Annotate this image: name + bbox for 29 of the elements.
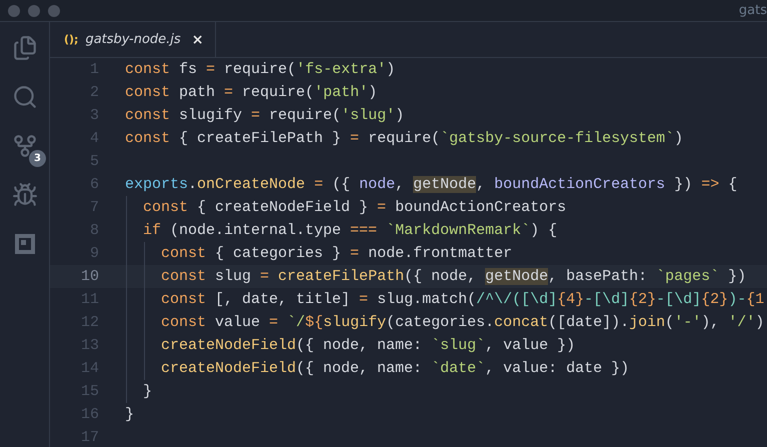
extensions-icon: [12, 232, 36, 256]
code-line: const fs = require('fs-extra'): [125, 60, 396, 80]
search-icon: [12, 84, 38, 110]
line-number: 10: [80, 268, 100, 285]
window-close-button[interactable]: [8, 4, 20, 16]
code-line: exports.onCreateNode = ({ node, getNode, boundActionCreators }) => {: [125, 175, 738, 195]
code-line: const slugify = require('slug'): [125, 106, 404, 126]
js-file-icon: ();: [64, 33, 78, 46]
code-line: createNodeField({ node, name: `date`, value: date }): [125, 357, 630, 380]
window-title: gats: [738, 3, 767, 18]
activity-bar-item[interactable]: 3: [8, 129, 46, 167]
bug-icon: [12, 182, 38, 208]
window-zoom-button[interactable]: [48, 4, 60, 16]
count-badge: 3: [29, 150, 46, 167]
code-line: }: [125, 380, 152, 403]
code-line: const path = require('path'): [125, 83, 378, 103]
files-icon: [12, 34, 38, 60]
code-line: const value = `/${slugify(categories.concat([date]).join('-'), '/'): [125, 311, 764, 334]
code-line: }: [125, 405, 134, 425]
code-line: const slug = createFilePath({ node, getNode, basePath: `pages` }): [125, 265, 746, 288]
code-line: const { createNodeField } = boundActionCreators: [125, 196, 566, 219]
code-line: const { categories } = node.frontmatter: [125, 242, 512, 265]
tab-label: gatsby-node.js: [85, 32, 181, 47]
code-line: const [, date, title] = slug.match(/^\/([\d]{4}-[\d]{2}-[\d]{2})-{1: [125, 288, 764, 311]
code-line: if (node.internal.type === `MarkdownRemark`) {: [125, 219, 558, 242]
window-minimize-button[interactable]: [28, 4, 40, 16]
code-line: createNodeField({ node, name: `slug`, value }): [125, 334, 576, 357]
close-icon[interactable]: ×: [192, 32, 204, 48]
code-line: const { createFilePath } = require(`gatsby-source-filesystem`): [125, 129, 684, 149]
